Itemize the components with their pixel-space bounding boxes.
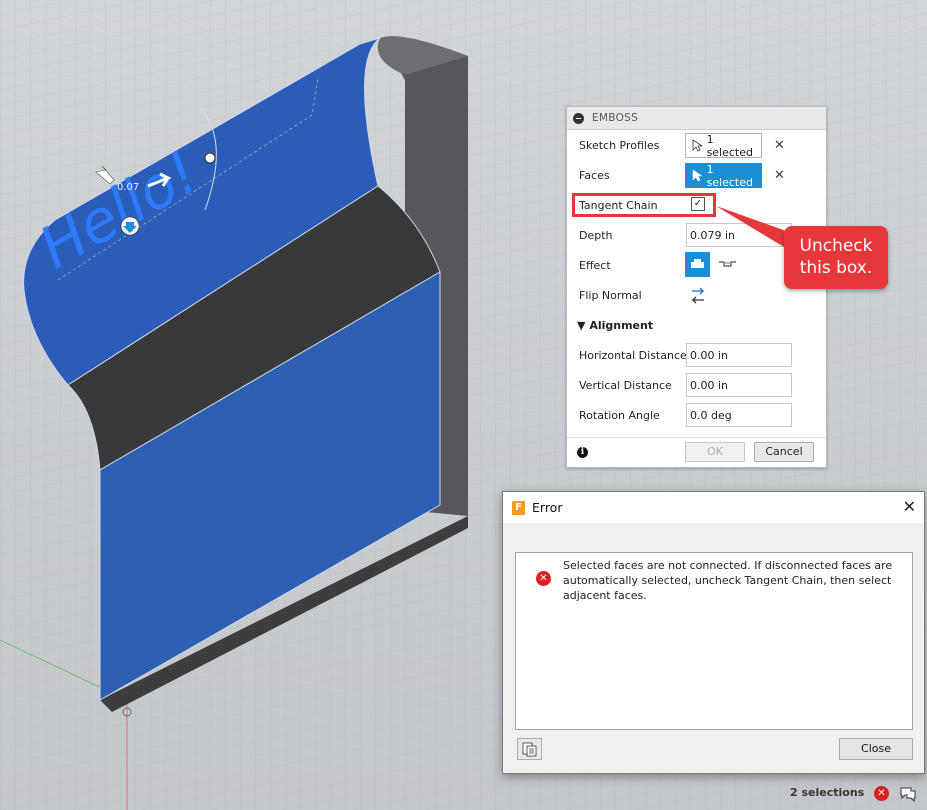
tangent-chain-highlight	[572, 193, 716, 217]
row-sketch-profiles: Sketch Profiles 1 selected ✕	[567, 131, 826, 161]
dimension-label: 0.07	[117, 182, 139, 193]
error-titlebar: F Error ✕	[503, 492, 924, 523]
row-vertical-distance: Vertical Distance 0.00 in	[567, 371, 826, 401]
close-button[interactable]: Close	[839, 738, 913, 760]
emboss-title: EMBOSS	[592, 112, 639, 124]
collapse-icon[interactable]	[573, 112, 584, 124]
error-message-area: ✕ Selected faces are not connected. If d…	[515, 552, 913, 730]
emboss-footer: i OK Cancel	[567, 437, 826, 468]
error-dialog: F Error ✕ ✕ Selected faces are not conne…	[502, 491, 925, 774]
close-icon[interactable]: ✕	[903, 497, 916, 516]
row-faces: Faces 1 selected ✕	[567, 161, 826, 191]
error-message: Selected faces are not connected. If dis…	[563, 559, 893, 602]
flip-normal-icon[interactable]	[689, 287, 707, 305]
clear-sketch-profiles-icon[interactable]: ✕	[774, 138, 785, 153]
row-horizontal-distance: Horizontal Distance 0.00 in	[567, 341, 826, 371]
ok-button[interactable]: OK	[685, 442, 745, 462]
vertical-distance-label: Vertical Distance	[579, 379, 672, 392]
rotation-angle-input[interactable]: 0.0 deg	[686, 403, 792, 427]
comments-icon[interactable]	[899, 786, 917, 802]
emboss-titlebar: EMBOSS	[567, 107, 826, 130]
depth-label: Depth	[579, 229, 613, 242]
flip-normal-label: Flip Normal	[579, 289, 642, 302]
section-alignment[interactable]: ▼ Alignment	[567, 311, 826, 341]
horizontal-distance-label: Horizontal Distance	[579, 349, 687, 362]
callout-bubble: Uncheck this box.	[784, 226, 888, 289]
fusion-app-icon: F	[512, 500, 525, 515]
callout-line-1: Uncheck	[799, 236, 873, 256]
sketch-profiles-value: 1 selected	[706, 132, 753, 159]
rotation-angle-label: Rotation Angle	[579, 409, 660, 422]
emboss-effect-button[interactable]	[685, 252, 710, 277]
select-cursor-icon	[692, 139, 702, 152]
error-title: Error	[532, 500, 563, 515]
info-icon[interactable]: i	[577, 447, 588, 458]
effect-label: Effect	[579, 259, 611, 272]
selections-count: 2 selections	[790, 786, 865, 799]
vertical-distance-input[interactable]: 0.00 in	[686, 373, 792, 397]
callout-pointer	[716, 206, 789, 250]
deboss-effect-icon[interactable]	[718, 259, 738, 271]
rotate-handle-icon[interactable]	[204, 152, 216, 164]
faces-select-button[interactable]: 1 selected	[685, 162, 762, 189]
clear-faces-icon[interactable]: ✕	[774, 168, 785, 183]
down-arrow-icon[interactable]	[120, 216, 140, 236]
faces-value: 1 selected	[706, 162, 753, 189]
copy-icon	[522, 742, 537, 757]
horizontal-distance-input[interactable]: 0.00 in	[686, 343, 792, 367]
sketch-profiles-select-button[interactable]: 1 selected	[685, 132, 762, 159]
copy-button[interactable]	[517, 738, 542, 760]
clear-selection-icon[interactable]: ✕	[874, 786, 889, 801]
alignment-label: Alignment	[589, 319, 654, 332]
error-icon: ✕	[536, 571, 551, 586]
cancel-button[interactable]: Cancel	[754, 442, 814, 462]
collapse-triangle-icon: ▼	[577, 319, 586, 332]
row-rotation-angle: Rotation Angle 0.0 deg	[567, 401, 826, 431]
sketch-profiles-label: Sketch Profiles	[579, 139, 660, 152]
faces-label: Faces	[579, 169, 610, 182]
callout-line-2: this box.	[799, 258, 873, 278]
select-cursor-icon	[692, 169, 702, 182]
emboss-effect-icon	[691, 259, 704, 268]
